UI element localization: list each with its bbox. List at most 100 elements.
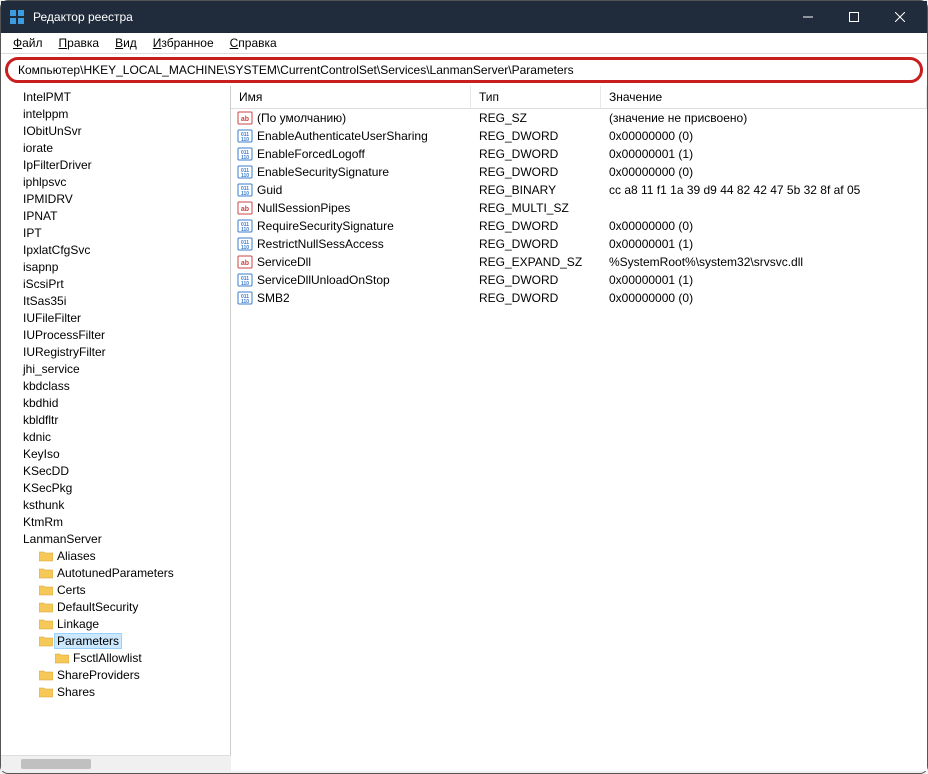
tree-item-label: FsctlAllowlist xyxy=(73,651,142,665)
tree-item[interactable]: ShareProviders xyxy=(1,666,230,683)
svg-text:ab: ab xyxy=(241,206,249,213)
tree-item-label: ksthunk xyxy=(23,498,64,512)
string-icon: ab xyxy=(237,110,253,126)
tree-item[interactable]: kbldfltr xyxy=(1,411,230,428)
column-value[interactable]: Значение xyxy=(601,86,927,108)
tree-item[interactable]: Shares xyxy=(1,683,230,700)
value-type: REG_BINARY xyxy=(471,183,601,197)
binary-icon: 011110 xyxy=(237,290,253,306)
tree-item[interactable]: Parameters xyxy=(1,632,230,649)
tree-item[interactable]: AutotunedParameters xyxy=(1,564,230,581)
tree-item[interactable]: IObitUnSvr xyxy=(1,122,230,139)
tree-item-label: KtmRm xyxy=(23,515,63,529)
tree-item[interactable]: IURegistryFilter xyxy=(1,343,230,360)
tree-item[interactable]: Aliases xyxy=(1,547,230,564)
folder-icon xyxy=(39,584,53,596)
tree-item[interactable]: isapnp xyxy=(1,258,230,275)
titlebar: Редактор реестра xyxy=(1,1,927,33)
tree-item[interactable]: ItSas35i xyxy=(1,292,230,309)
tree-item[interactable]: IpFilterDriver xyxy=(1,156,230,173)
list-row[interactable]: 011110RestrictNullSessAccessREG_DWORD0x0… xyxy=(231,235,927,253)
tree-item[interactable]: kbdhid xyxy=(1,394,230,411)
tree-item-label: ShareProviders xyxy=(57,668,140,682)
tree-item[interactable]: KeyIso xyxy=(1,445,230,462)
column-type[interactable]: Тип xyxy=(471,86,601,108)
tree-item-label: Shares xyxy=(57,685,95,699)
value-name: (По умолчанию) xyxy=(257,111,346,125)
list-row[interactable]: abNullSessionPipesREG_MULTI_SZ xyxy=(231,199,927,217)
svg-text:110: 110 xyxy=(241,173,249,179)
tree-item-label: KSecDD xyxy=(23,464,69,478)
tree-hscroll[interactable] xyxy=(1,755,231,771)
tree-item[interactable]: KSecDD xyxy=(1,462,230,479)
tree-item-label: IPMIDRV xyxy=(23,192,73,206)
tree-item[interactable]: IUFileFilter xyxy=(1,309,230,326)
folder-icon xyxy=(39,686,53,698)
list-row[interactable]: 011110SMB2REG_DWORD0x00000000 (0) xyxy=(231,289,927,307)
value-data: 0x00000000 (0) xyxy=(601,219,927,233)
menu-file[interactable]: Файл xyxy=(5,34,51,52)
tree-item[interactable]: IpxlatCfgSvc xyxy=(1,241,230,258)
binary-icon: 011110 xyxy=(237,272,253,288)
tree-item[interactable]: iphlpsvc xyxy=(1,173,230,190)
menu-favorites[interactable]: Избранное xyxy=(145,34,222,52)
tree-item-label: IpFilterDriver xyxy=(23,158,92,172)
window-controls xyxy=(785,1,923,33)
list-row[interactable]: 011110EnableAuthenticateUserSharingREG_D… xyxy=(231,127,927,145)
tree-item[interactable]: KtmRm xyxy=(1,513,230,530)
tree-item[interactable]: intelppm xyxy=(1,105,230,122)
tree-item-label: jhi_service xyxy=(23,362,80,376)
tree-item-label: IUProcessFilter xyxy=(23,328,105,342)
tree-item[interactable]: jhi_service xyxy=(1,360,230,377)
tree-item[interactable]: IPMIDRV xyxy=(1,190,230,207)
address-bar[interactable]: Компьютер\HKEY_LOCAL_MACHINE\SYSTEM\Curr… xyxy=(5,57,923,83)
menu-help[interactable]: Справка xyxy=(222,34,285,52)
list-pane[interactable]: Имя Тип Значение ab(По умолчанию)REG_SZ(… xyxy=(231,86,927,755)
tree-item-label: isapnp xyxy=(23,260,58,274)
value-name-cell: ab (По умолчанию) xyxy=(231,110,471,126)
tree-item[interactable]: kdnic xyxy=(1,428,230,445)
list-row[interactable]: 011110GuidREG_BINARYcc a8 11 f1 1a 39 d9… xyxy=(231,181,927,199)
tree-item[interactable]: kbdclass xyxy=(1,377,230,394)
tree-item[interactable]: Certs xyxy=(1,581,230,598)
value-type: REG_DWORD xyxy=(471,237,601,251)
tree-item[interactable]: LanmanServer xyxy=(1,530,230,547)
tree-item[interactable]: IPT xyxy=(1,224,230,241)
tree-item[interactable]: ksthunk xyxy=(1,496,230,513)
tree-item[interactable]: KSecPkg xyxy=(1,479,230,496)
tree-item-label: IpxlatCfgSvc xyxy=(23,243,90,257)
menu-view[interactable]: Вид xyxy=(107,34,145,52)
tree-item-label: kdnic xyxy=(23,430,51,444)
value-name: ServiceDll xyxy=(257,255,311,269)
list-body: ab(По умолчанию)REG_SZ(значение не присв… xyxy=(231,109,927,307)
tree-item[interactable]: IntelPMT xyxy=(1,88,230,105)
value-data: (значение не присвоено) xyxy=(601,111,927,125)
tree-pane[interactable]: IntelPMTintelppmIObitUnSvriorate IpFilter… xyxy=(1,86,231,755)
folder-icon xyxy=(55,652,69,664)
value-data: 0x00000000 (0) xyxy=(601,165,927,179)
tree-item[interactable]: DefaultSecurity xyxy=(1,598,230,615)
list-row[interactable]: 011110EnableForcedLogoffREG_DWORD0x00000… xyxy=(231,145,927,163)
list-row[interactable]: ab(По умолчанию)REG_SZ(значение не присв… xyxy=(231,109,927,127)
column-name[interactable]: Имя xyxy=(231,86,471,108)
menu-edit[interactable]: Правка xyxy=(51,34,108,52)
value-name: SMB2 xyxy=(257,291,290,305)
tree-item[interactable]: IPNAT xyxy=(1,207,230,224)
value-name: RequireSecuritySignature xyxy=(257,219,394,233)
svg-text:110: 110 xyxy=(241,281,249,287)
tree-item[interactable]: iorate xyxy=(1,139,230,156)
svg-text:110: 110 xyxy=(241,137,249,143)
close-button[interactable] xyxy=(877,1,923,33)
minimize-button[interactable] xyxy=(785,1,831,33)
tree-item[interactable]: FsctlAllowlist xyxy=(1,649,230,666)
tree-item[interactable]: IUProcessFilter xyxy=(1,326,230,343)
tree-item[interactable]: Linkage xyxy=(1,615,230,632)
list-row[interactable]: abServiceDllREG_EXPAND_SZ%SystemRoot%\sy… xyxy=(231,253,927,271)
svg-text:ab: ab xyxy=(241,116,249,123)
list-row[interactable]: 011110ServiceDllUnloadOnStopREG_DWORD0x0… xyxy=(231,271,927,289)
maximize-button[interactable] xyxy=(831,1,877,33)
hscroll-thumb[interactable] xyxy=(21,759,91,769)
tree-item[interactable]: iScsiPrt xyxy=(1,275,230,292)
list-row[interactable]: 011110RequireSecuritySignatureREG_DWORD0… xyxy=(231,217,927,235)
list-row[interactable]: 011110EnableSecuritySignatureREG_DWORD0x… xyxy=(231,163,927,181)
